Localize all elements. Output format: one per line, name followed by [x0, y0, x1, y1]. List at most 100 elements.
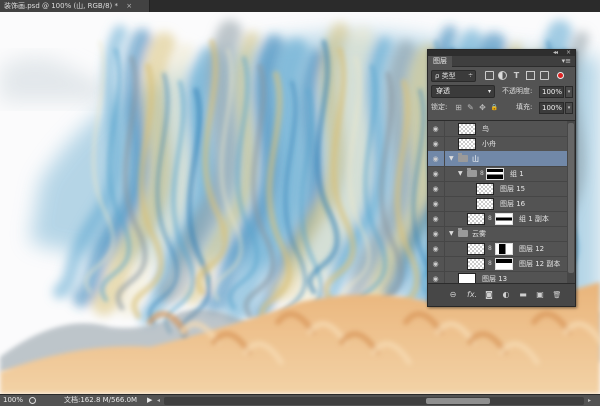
opacity-dropdown-icon[interactable]: ▾	[565, 86, 573, 98]
expand-arrow-icon[interactable]: ▼	[458, 170, 463, 178]
mask-link-icon[interactable]: 8	[488, 215, 492, 222]
layer-thumbnail[interactable]	[458, 123, 476, 135]
adjustment-layer-icon[interactable]: ◐	[501, 290, 511, 300]
visibility-eye-icon[interactable]: ◉	[431, 185, 440, 193]
layer-name: 小舟	[482, 140, 496, 148]
tab-layers[interactable]: 图层	[428, 56, 452, 67]
filter-toggle-icon[interactable]	[557, 72, 564, 79]
visibility-eye-icon[interactable]: ◉	[431, 155, 440, 163]
new-group-icon[interactable]: ▬	[518, 290, 528, 300]
horizontal-scrollbar-thumb[interactable]	[426, 398, 490, 404]
close-tab-icon[interactable]: ×	[126, 2, 132, 10]
zoom-level[interactable]: 100%	[3, 395, 23, 406]
layer-thumbnail[interactable]	[467, 213, 485, 225]
layer-thumbnail[interactable]	[467, 258, 485, 270]
layer-row[interactable]: ◉ ▼ 山	[428, 151, 567, 167]
layer-name: 图层 12	[519, 245, 545, 253]
pixel-filter-icon[interactable]	[485, 71, 494, 80]
visibility-eye-icon[interactable]: ◉	[431, 140, 440, 148]
lock-label: 锁定:	[431, 103, 448, 111]
layer-name: 山	[472, 155, 479, 163]
folder-icon	[458, 153, 468, 162]
delete-layer-icon[interactable]: 🗑	[552, 290, 562, 300]
adjustment-filter-icon[interactable]	[498, 71, 507, 80]
chevron-down-icon: ▾	[487, 88, 491, 95]
fill-dropdown-icon[interactable]: ▾	[565, 102, 573, 114]
blend-mode-value: 穿透	[436, 87, 450, 95]
layer-row[interactable]: ◉ 鸟	[428, 121, 567, 137]
layer-name: 图层 16	[500, 200, 526, 208]
row-divider	[444, 256, 445, 272]
mask-link-icon[interactable]: 8	[488, 260, 492, 267]
panel-header: 图层 ▾≡	[428, 56, 575, 67]
blend-mode-select[interactable]: 穿透 ▾	[431, 85, 495, 98]
shape-filter-icon[interactable]	[526, 71, 535, 80]
filter-kind-select[interactable]: ρ 类型 ÷	[431, 70, 476, 82]
visibility-eye-icon[interactable]: ◉	[431, 275, 440, 283]
expand-arrow-icon[interactable]: ▼	[449, 230, 454, 238]
document-info: 文档:162.8 M/566.0M	[64, 396, 138, 404]
layer-row[interactable]: ◉ 图层 15	[428, 181, 567, 197]
close-panel-icon[interactable]: ×	[566, 49, 571, 56]
layer-mask-thumbnail[interactable]	[495, 258, 513, 270]
folder-icon	[467, 168, 477, 177]
collapse-panel-icon[interactable]: ◂◂	[553, 49, 558, 56]
mask-link-icon[interactable]: 8	[480, 170, 484, 177]
layer-mask-thumbnail[interactable]	[495, 243, 513, 255]
row-divider	[444, 121, 445, 137]
status-menu-arrow-icon[interactable]: ▶	[147, 395, 152, 406]
layer-thumbnail[interactable]	[476, 198, 494, 210]
folder-icon	[458, 228, 468, 237]
layer-name: 组 1 副本	[519, 215, 549, 223]
document-tab-bar: 装饰画.psd @ 100% (山, RGB/8) * ×	[0, 0, 600, 12]
smart-object-filter-icon[interactable]	[540, 71, 549, 80]
layers-scrollbar[interactable]	[567, 121, 575, 284]
visibility-eye-icon[interactable]: ◉	[431, 245, 440, 253]
scroll-left-icon[interactable]: ◂	[157, 395, 160, 406]
blend-row: 穿透 ▾ 不透明度: 100% ▾	[428, 83, 575, 99]
horizontal-scrollbar[interactable]	[164, 397, 584, 405]
layer-row[interactable]: ◉ 8 组 1 副本	[428, 211, 567, 227]
lock-transparent-icon[interactable]: ⊞	[454, 103, 463, 112]
visibility-eye-icon[interactable]: ◉	[431, 260, 440, 268]
visibility-eye-icon[interactable]: ◉	[431, 200, 440, 208]
panel-menu-icon[interactable]: ▾≡	[562, 57, 571, 65]
visibility-eye-icon[interactable]: ◉	[431, 215, 440, 223]
layer-mask-thumbnail[interactable]	[495, 213, 513, 225]
fill-input[interactable]: 100%	[539, 102, 564, 114]
layer-mask-thumbnail[interactable]	[486, 168, 504, 180]
layer-row[interactable]: ◉ ▼ 8 组 1	[428, 166, 567, 182]
visibility-eye-icon[interactable]: ◉	[431, 125, 440, 133]
row-divider	[444, 226, 445, 242]
layer-row[interactable]: ◉ 图层 16	[428, 196, 567, 212]
layer-name: 组 1	[510, 170, 524, 178]
type-filter-icon[interactable]: T	[512, 71, 521, 80]
lock-all-icon[interactable]: 🔒	[490, 103, 499, 112]
visibility-eye-icon[interactable]: ◉	[431, 230, 440, 238]
row-divider	[444, 211, 445, 227]
layer-thumbnail[interactable]	[467, 243, 485, 255]
row-divider	[444, 181, 445, 197]
layer-row[interactable]: ◉ 8 图层 12 副本	[428, 256, 567, 272]
scroll-right-icon[interactable]: ▸	[588, 395, 591, 406]
distant-hill	[0, 57, 110, 102]
layer-thumbnail[interactable]	[476, 183, 494, 195]
layer-row[interactable]: ◉ 8 图层 12	[428, 241, 567, 257]
opacity-input[interactable]: 100%	[539, 86, 564, 98]
document-tab[interactable]: 装饰画.psd @ 100% (山, RGB/8) * ×	[0, 0, 150, 12]
lock-image-icon[interactable]: ✎	[466, 103, 475, 112]
row-divider	[444, 151, 445, 167]
add-mask-icon[interactable]: ◙	[484, 290, 494, 300]
expand-arrow-icon[interactable]: ▼	[449, 155, 454, 163]
fx-icon[interactable]: fx.	[467, 290, 477, 300]
layers-scrollbar-thumb[interactable]	[568, 123, 574, 273]
row-divider	[444, 166, 445, 182]
layer-row[interactable]: ◉ ▼ 云雾	[428, 226, 567, 242]
new-layer-icon[interactable]: ▣	[535, 290, 545, 300]
visibility-eye-icon[interactable]: ◉	[431, 170, 440, 178]
mask-link-icon[interactable]: 8	[488, 245, 492, 252]
lock-position-icon[interactable]: ✥	[478, 103, 487, 112]
link-layers-icon[interactable]: ⊖	[448, 290, 458, 300]
layer-row[interactable]: ◉ 小舟	[428, 136, 567, 152]
layer-thumbnail[interactable]	[458, 138, 476, 150]
